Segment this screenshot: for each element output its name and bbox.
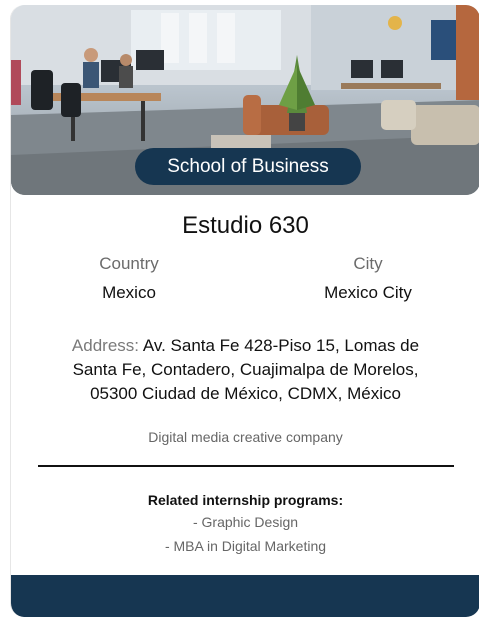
related-program-item: - Graphic Design bbox=[192, 514, 299, 530]
company-card: School of Business Estudio 630 Country C… bbox=[10, 5, 479, 617]
company-name: Estudio 630 bbox=[182, 212, 309, 239]
card-footer-bar bbox=[11, 575, 479, 617]
related-programs-title: Related internship programs: bbox=[147, 492, 344, 508]
city-value: Mexico City bbox=[324, 283, 412, 302]
address-label: Address: bbox=[71, 336, 140, 355]
address-block: Address: Av. Santa Fe 428-Piso 15, Lomas… bbox=[51, 334, 440, 406]
divider bbox=[38, 465, 454, 467]
office-photo: School of Business bbox=[11, 5, 479, 195]
country-value: Mexico bbox=[102, 283, 156, 302]
city-label: City bbox=[353, 254, 383, 273]
related-program-item: - MBA in Digital Marketing bbox=[164, 538, 327, 554]
school-badge: School of Business bbox=[135, 148, 361, 185]
company-description: Digital media creative company bbox=[148, 429, 343, 445]
country-label: Country bbox=[99, 254, 159, 273]
